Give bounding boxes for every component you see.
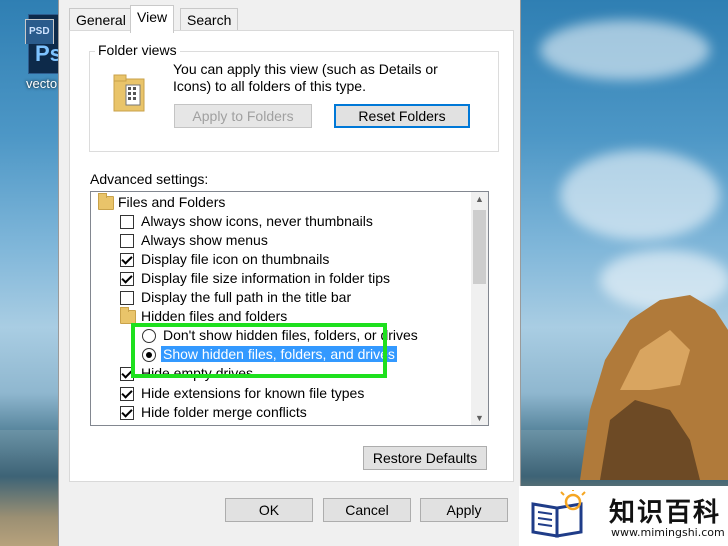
option-label: Always show menus [141,232,268,248]
option-label: Hide folder merge conflicts [141,404,307,420]
checkbox[interactable] [120,234,134,248]
checkbox[interactable] [120,291,134,305]
tree-item-label: Hidden files and folders [141,308,288,324]
watermark-title: 知识百科 [609,498,722,528]
option-display-file-icon[interactable]: Display file icon on thumbnails [120,250,329,269]
option-label: Always show icons, never thumbnails [141,213,373,229]
option-label: Display file size information in folder … [141,270,390,286]
checkbox[interactable] [120,387,134,401]
watermark-url: www.mimingshi.com [611,526,725,539]
option-label: Hide extensions for known file types [141,385,365,401]
reset-folders-button[interactable]: Reset Folders [334,104,470,128]
option-always-show-menus[interactable]: Always show menus [120,231,268,250]
advanced-settings-tree[interactable]: Files and Folders Always show icons, nev… [90,191,489,426]
restore-defaults-button[interactable]: Restore Defaults [363,446,487,470]
vertical-scrollbar[interactable]: ▲ ▼ [471,192,488,425]
apply-to-folders-button[interactable]: Apply to Folders [174,104,312,128]
tab-search[interactable]: Search [180,8,239,31]
option-display-full-path[interactable]: Display the full path in the title bar [120,288,351,307]
folder-options-dialog: General View Search Folder views You can… [58,0,521,546]
advanced-settings-label: Advanced settings: [90,171,209,187]
option-hide-extensions[interactable]: Hide extensions for known file types [120,384,364,403]
book-lightbulb-icon [531,490,586,538]
view-tab-panel: Folder views You can apply this view (su… [69,30,514,482]
checkbox[interactable] [120,272,134,286]
ok-button[interactable]: OK [225,498,313,522]
option-label: Display file icon on thumbnails [141,251,330,267]
folder-icon [120,307,136,324]
scroll-down-icon[interactable]: ▼ [474,413,485,423]
tab-view[interactable]: View [130,5,175,33]
folder-views-icon [113,74,145,112]
scroll-up-icon[interactable]: ▲ [474,194,485,204]
checkbox[interactable] [120,253,134,267]
tree-item-files-and-folders[interactable]: Files and Folders [98,193,225,212]
checkbox[interactable] [120,215,134,229]
desktop-icon-caption: vecto [26,76,58,91]
watermark: 知识百科 www.mimingshi.com [519,486,728,546]
option-always-show-icons[interactable]: Always show icons, never thumbnails [120,212,373,231]
folder-views-description: You can apply this view (such as Details… [173,61,438,94]
checkbox[interactable] [120,406,134,420]
rock-formation [580,295,728,480]
option-display-file-size[interactable]: Display file size information in folder … [120,269,390,288]
option-hide-merge-conflicts[interactable]: Hide folder merge conflicts [120,403,307,422]
highlight-box [131,323,387,378]
scrollbar-thumb[interactable] [473,210,486,284]
tab-general[interactable]: General [69,8,133,31]
cancel-button[interactable]: Cancel [323,498,411,522]
apply-button[interactable]: Apply [420,498,508,522]
folder-icon [98,193,114,210]
tree-item-label: Files and Folders [118,194,226,210]
folder-views-title: Folder views [95,42,180,58]
option-label: Display the full path in the title bar [141,289,352,305]
